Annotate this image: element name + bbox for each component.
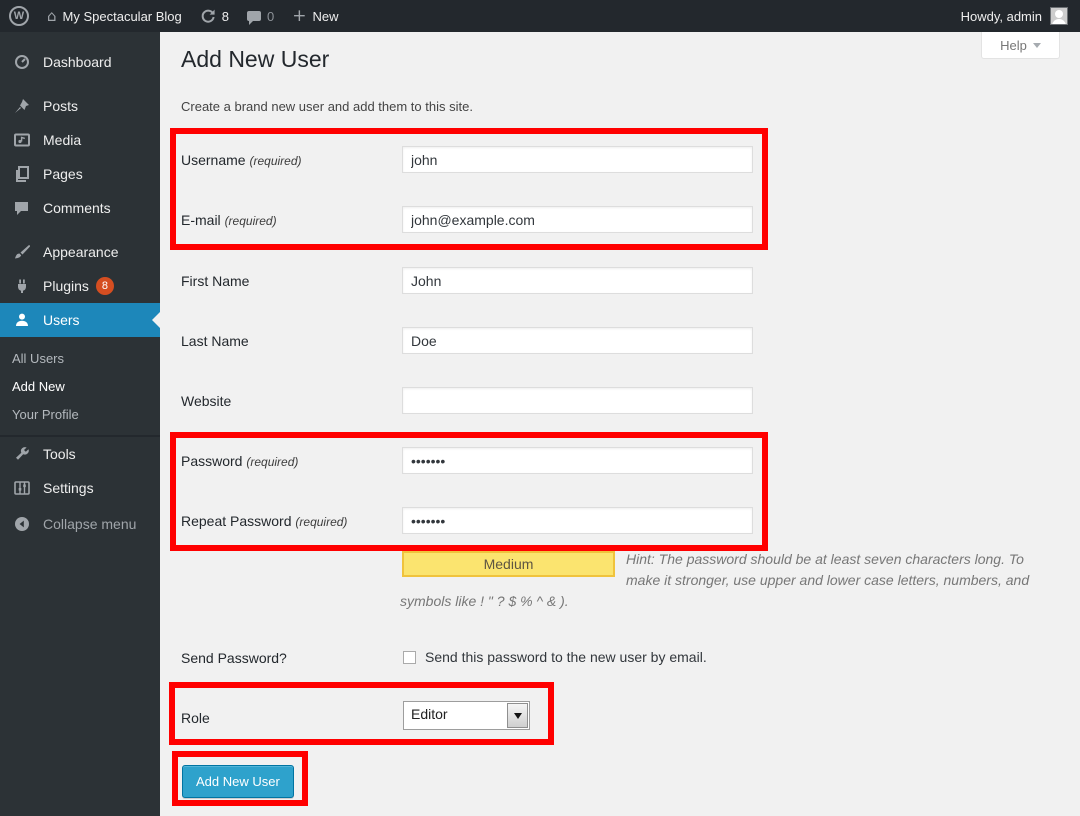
sidebar-item-label: Collapse menu <box>43 516 136 532</box>
last-name-field[interactable] <box>402 327 753 354</box>
add-new-user-button[interactable]: Add New User <box>182 765 294 798</box>
sidebar-item-appearance[interactable]: Appearance <box>0 235 160 269</box>
wordpress-logo-icon: W <box>9 6 29 26</box>
sidebar-item-plugins[interactable]: Plugins 8 <box>0 269 160 303</box>
plugins-update-badge: 8 <box>96 277 114 295</box>
website-field[interactable] <box>402 387 753 414</box>
repeat-password-field[interactable] <box>402 507 753 534</box>
updates-link[interactable]: 8 <box>191 0 238 32</box>
howdy-account-link[interactable]: Howdy, admin <box>961 9 1042 24</box>
sidebar-item-your-profile[interactable]: Your Profile <box>0 401 160 429</box>
sidebar-item-dashboard[interactable]: Dashboard <box>0 45 160 79</box>
email-label: E-mail (required) <box>181 212 277 228</box>
sliders-icon <box>14 480 34 496</box>
dashboard-icon <box>14 54 34 70</box>
avatar[interactable] <box>1050 7 1068 25</box>
user-icon <box>14 312 34 328</box>
first-name-label: First Name <box>181 273 249 289</box>
sidebar-item-label: Tools <box>43 446 76 462</box>
home-icon: ⌂ <box>47 7 57 25</box>
pin-icon <box>14 98 34 114</box>
password-field[interactable] <box>402 447 753 474</box>
username-label: Username (required) <box>181 152 302 168</box>
sidebar-item-users[interactable]: Users <box>0 303 160 337</box>
sidebar-item-label: Dashboard <box>43 54 112 70</box>
password-label: Password (required) <box>181 453 298 469</box>
role-label: Role <box>181 710 210 726</box>
sidebar-item-settings[interactable]: Settings <box>0 471 160 505</box>
admin-bar: W ⌂ My Spectacular Blog 8 0 + New Howdy,… <box>0 0 1080 32</box>
first-name-field[interactable] <box>402 267 753 294</box>
admin-sidebar: Dashboard Posts Media Pages Comments App… <box>0 32 160 816</box>
sidebar-item-comments[interactable]: Comments <box>0 191 160 225</box>
repeat-password-label: Repeat Password (required) <box>181 513 347 529</box>
help-label: Help <box>1000 38 1027 53</box>
site-name-link[interactable]: ⌂ My Spectacular Blog <box>38 0 191 32</box>
page-title: Add New User <box>181 46 329 73</box>
new-label: New <box>312 9 338 24</box>
comments-icon <box>247 11 261 21</box>
sidebar-item-label: Plugins <box>43 278 89 294</box>
password-strength-meter: Medium <box>402 551 615 577</box>
role-select[interactable]: Editor <box>403 701 530 730</box>
new-content-button[interactable]: + New <box>283 0 347 32</box>
chevron-down-icon <box>1033 43 1041 48</box>
sidebar-item-label: Users <box>43 312 80 328</box>
sidebar-item-label: Settings <box>43 480 94 496</box>
page-subtitle: Create a brand new user and add them to … <box>181 99 473 114</box>
site-name-label: My Spectacular Blog <box>63 9 182 24</box>
website-label: Website <box>181 393 231 409</box>
pages-icon <box>14 166 34 182</box>
sidebar-item-label: Appearance <box>43 244 119 260</box>
sidebar-item-label: Media <box>43 132 81 148</box>
media-icon <box>14 132 34 148</box>
sidebar-item-label: Pages <box>43 166 83 182</box>
collapse-icon <box>14 516 34 532</box>
send-password-label: Send Password? <box>181 650 287 666</box>
plus-icon: + <box>292 6 306 26</box>
last-name-label: Last Name <box>181 333 249 349</box>
sidebar-item-media[interactable]: Media <box>0 123 160 157</box>
update-count: 8 <box>222 9 229 24</box>
wrench-icon <box>14 446 34 462</box>
sidebar-item-label: Comments <box>43 200 111 216</box>
help-button[interactable]: Help <box>981 32 1060 59</box>
sidebar-item-pages[interactable]: Pages <box>0 157 160 191</box>
dropdown-arrow-icon[interactable] <box>507 703 528 728</box>
sidebar-item-all-users[interactable]: All Users <box>0 345 160 373</box>
comments-link[interactable]: 0 <box>238 0 283 32</box>
collapse-menu-button[interactable]: Collapse menu <box>0 507 160 541</box>
users-submenu: All Users Add New Your Profile <box>0 337 160 435</box>
comments-menu-icon <box>14 200 34 216</box>
comment-count: 0 <box>267 9 274 24</box>
sidebar-item-tools[interactable]: Tools <box>0 437 160 471</box>
plug-icon <box>14 278 34 294</box>
brush-icon <box>14 244 34 260</box>
send-password-checkbox[interactable] <box>403 651 416 664</box>
sidebar-item-posts[interactable]: Posts <box>0 89 160 123</box>
sidebar-item-label: Posts <box>43 98 78 114</box>
email-field[interactable] <box>402 206 753 233</box>
sidebar-item-add-new[interactable]: Add New <box>0 373 160 401</box>
updates-icon <box>200 8 216 24</box>
wordpress-logo-button[interactable]: W <box>0 0 38 32</box>
role-selected-value: Editor <box>411 706 448 722</box>
username-field[interactable] <box>402 146 753 173</box>
send-password-checkbox-label[interactable]: Send this password to the new user by em… <box>425 649 707 665</box>
